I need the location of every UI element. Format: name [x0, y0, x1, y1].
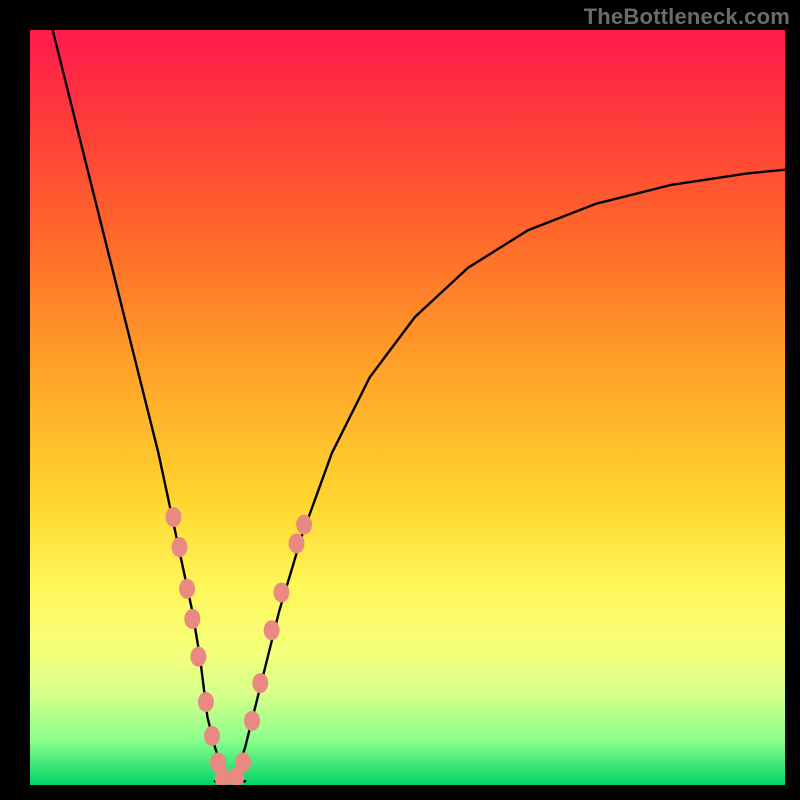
marker-point	[244, 711, 260, 731]
watermark-text: TheBottleneck.com	[584, 4, 790, 30]
marker-point	[252, 673, 268, 693]
marker-group	[165, 507, 312, 785]
marker-point	[198, 692, 214, 712]
marker-point	[165, 507, 181, 527]
marker-point	[179, 579, 195, 599]
plot-area	[30, 30, 785, 785]
outer-frame: TheBottleneck.com	[0, 0, 800, 800]
marker-point	[296, 515, 312, 535]
marker-point	[264, 620, 280, 640]
marker-point	[171, 537, 187, 557]
marker-point	[184, 609, 200, 629]
series-right-branch	[230, 170, 785, 782]
marker-point	[273, 582, 289, 602]
marker-point	[190, 647, 206, 667]
marker-point	[289, 533, 305, 553]
series-group	[53, 30, 785, 781]
series-left-branch	[53, 30, 230, 781]
marker-point	[235, 752, 251, 772]
chart-svg	[30, 30, 785, 785]
marker-point	[204, 726, 220, 746]
